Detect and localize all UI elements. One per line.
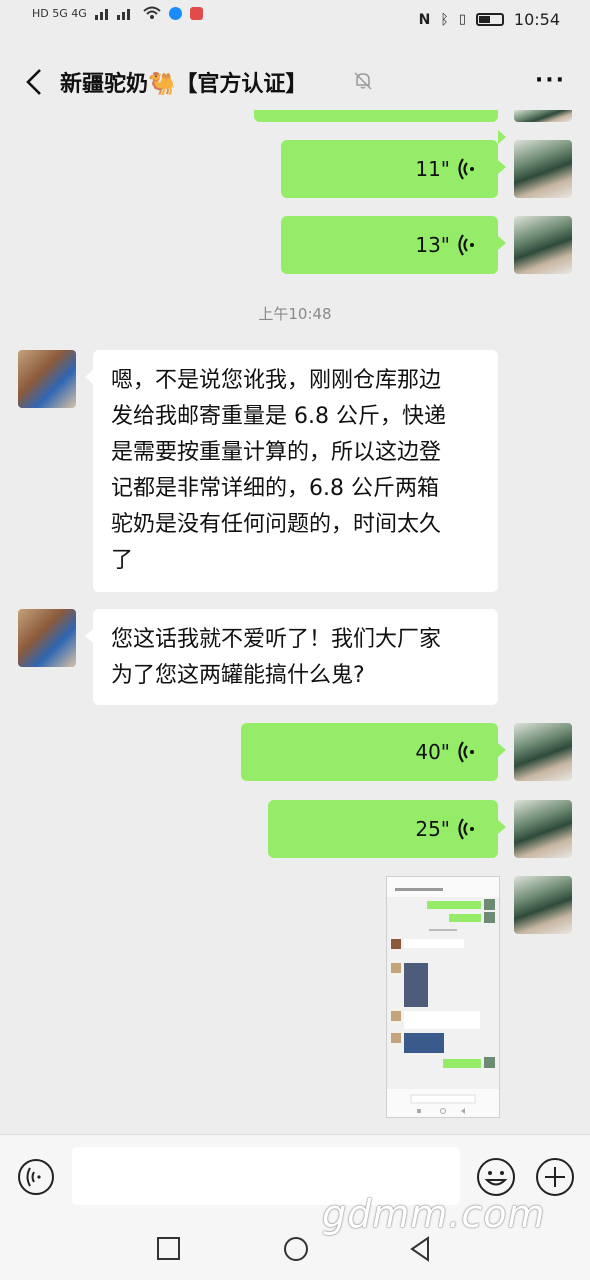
voice-input-icon[interactable] — [16, 1157, 56, 1197]
voice-duration: 11" — [415, 157, 450, 181]
voice-duration: 40" — [415, 740, 450, 764]
app-notification-icon — [168, 6, 182, 20]
message-line: 发给我邮寄重量是 6.8 公斤，快递 — [111, 404, 446, 429]
message-line: 了 — [111, 548, 134, 573]
screenshot-thumbnail-image — [387, 877, 499, 1117]
nav-square-icon[interactable] — [156, 1236, 182, 1262]
text-message[interactable]: 您这话我就不爱听了！我们大厂家 为了您这两罐能搞什么鬼? — [85, 609, 498, 705]
message-line: 是需要按重量计算的，所以这边登 — [111, 440, 442, 465]
back-icon[interactable] — [16, 62, 56, 102]
network-text: HD 5G 4G — [32, 6, 87, 20]
vibrate-icon: ▯ — [458, 12, 466, 27]
voice-message[interactable]: 13" — [281, 216, 506, 274]
voice-wave-icon — [458, 158, 474, 180]
voice-message[interactable]: 11" — [281, 140, 506, 198]
voice-duration: 13" — [415, 233, 450, 257]
contact-avatar[interactable] — [18, 350, 76, 408]
signal-icon — [94, 9, 130, 20]
text-message[interactable]: 嗯，不是说您讹我，刚刚仓库那边 发给我邮寄重量是 6.8 公斤，快递 是需要按重… — [85, 350, 498, 592]
previous-message-bubble[interactable] — [254, 110, 506, 144]
voice-wave-icon — [458, 234, 474, 256]
more-button[interactable]: ··· — [535, 68, 566, 93]
my-avatar[interactable] — [514, 140, 572, 198]
my-avatar[interactable] — [514, 876, 572, 934]
avatar[interactable] — [514, 110, 572, 122]
watermark-text: gdmm.com — [322, 1192, 546, 1236]
message-line: 您这话我就不爱听了！我们大厂家 — [111, 627, 442, 652]
app-notification-icon-2 — [189, 6, 203, 20]
voice-duration: 25" — [415, 817, 450, 841]
nav-triangle-icon[interactable] — [406, 1235, 434, 1263]
message-line: 嗯，不是说您讹我，刚刚仓库那边 — [111, 368, 442, 393]
voice-message[interactable]: 25" — [268, 800, 506, 858]
contact-avatar[interactable] — [18, 609, 76, 667]
status-time: 10:54 — [513, 10, 560, 29]
message-timestamp: 上午10:48 — [258, 305, 332, 323]
my-avatar[interactable] — [514, 723, 572, 781]
message-line: 为了您这两罐能搞什么鬼? — [111, 663, 365, 688]
my-avatar[interactable] — [514, 216, 572, 274]
bluetooth-icon: ᛒ — [440, 11, 449, 28]
wifi-icon — [143, 6, 161, 19]
battery-icon — [475, 13, 504, 26]
status-bar: HD 5G 4G N ᛒ ▯ 10:54 — [0, 0, 590, 44]
message-line: 记都是非常详细的，6.8 公斤两箱 — [111, 476, 439, 501]
voice-wave-icon — [458, 818, 474, 840]
chat-header: 新疆驼奶🐫【官方认证】 ··· — [0, 44, 590, 118]
nfc-icon: N — [418, 11, 431, 28]
image-message-screenshot[interactable] — [386, 876, 500, 1118]
voice-message[interactable]: 40" — [241, 723, 506, 781]
network-indicators: HD 5G 4G — [32, 6, 203, 20]
my-avatar[interactable] — [514, 800, 572, 858]
nav-circle-icon[interactable] — [282, 1235, 310, 1263]
voice-wave-icon — [458, 741, 474, 763]
mute-bell-icon — [354, 72, 372, 90]
message-line: 驼奶是没有任何问题的，时间太久 — [111, 512, 442, 537]
chat-title: 新疆驼奶🐫【官方认证】 — [60, 72, 308, 97]
